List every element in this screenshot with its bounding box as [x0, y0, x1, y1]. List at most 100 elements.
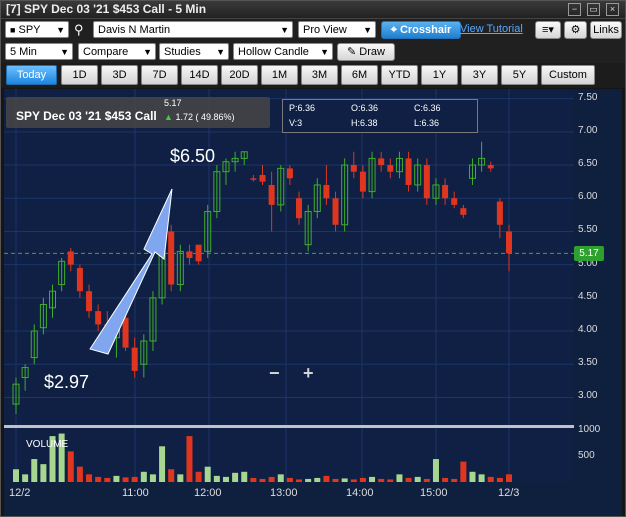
chevron-down-icon: ▼ [320, 47, 329, 57]
x-tick-label: 14:00 [346, 487, 374, 499]
up-arrow-icon: ▲ [164, 112, 173, 122]
view-tutorial-link[interactable]: View Tutorial [460, 23, 523, 35]
view-select[interactable]: Pro View ▼ [298, 21, 376, 38]
candle-body [95, 311, 102, 325]
crosshair-button[interactable]: ⌖ Crosshair [381, 21, 461, 39]
volume-bar [469, 471, 476, 482]
toolbar-row-1: ■ SPY ▼ ⚲ Davis N Martin ▼ Pro View ▼ ⌖ … [1, 19, 625, 41]
ohlc-p: P: 6.36 [289, 103, 316, 113]
candle-body [186, 251, 193, 258]
view-value: Pro View [303, 24, 347, 36]
volume-bar [460, 461, 467, 482]
tab-7d[interactable]: 7D [141, 65, 178, 85]
candle-body [359, 171, 366, 192]
volume-bar [305, 478, 312, 482]
candle-body [323, 184, 330, 199]
volume-bar [259, 478, 266, 482]
settings-button[interactable]: ⚙ [564, 21, 587, 39]
ohlc-c: C: 6.36 [414, 103, 441, 113]
volume-bar [432, 459, 439, 482]
candle-type-select[interactable]: Hollow Candle ▼ [233, 43, 333, 60]
ohlc-c-value: 6.36 [423, 103, 441, 113]
volume-bar [268, 476, 275, 482]
tab-3m[interactable]: 3M [301, 65, 338, 85]
tab-20d[interactable]: 20D [221, 65, 258, 85]
current-price-tag: 5.17 [574, 246, 604, 261]
account-select[interactable]: Davis N Martin ▼ [93, 21, 293, 38]
x-tick-label: 13:00 [270, 487, 298, 499]
window-title: [7] SPY Dec 03 '21 $453 Call - 5 Min [6, 2, 207, 16]
tab-3d[interactable]: 3D [101, 65, 138, 85]
tab-6m[interactable]: 6M [341, 65, 378, 85]
tab-1d[interactable]: 1D [61, 65, 98, 85]
chevron-down-icon: ▼ [143, 47, 152, 57]
volume-bar [332, 478, 339, 482]
price-plot[interactable]: SPY Dec 03 '21 $453 Call 5.17 ▲ 1.72 ( 4… [4, 89, 574, 482]
compare-value: Compare [83, 46, 129, 58]
volume-bar [222, 476, 229, 482]
tab-custom[interactable]: Custom [541, 65, 595, 85]
candle-body [487, 165, 494, 169]
compare-select[interactable]: Compare ▼ [78, 43, 156, 60]
volume-bar [396, 474, 403, 482]
chevron-down-icon: ▼ [216, 47, 225, 57]
range-tabs: Today 1D 3D 7D 14D 20D 1M 3M 6M YTD 1Y 3Y 5Y Custom [1, 63, 625, 88]
candle-body [442, 184, 449, 199]
price-change-value: 1.72 ( 49.86%) [175, 112, 235, 122]
tab-1m[interactable]: 1M [261, 65, 298, 85]
candle-body [378, 158, 385, 166]
chart-window: [7] SPY Dec 03 '21 $453 Call - 5 Min − ▭… [0, 0, 626, 517]
zoom-in-button[interactable]: + [303, 363, 314, 384]
symbol-icon: ■ [10, 25, 16, 35]
tab-14d[interactable]: 14D [181, 65, 218, 85]
time-axis[interactable]: 12/2 11:00 12:00 13:00 14:00 15:00 12/3 [4, 483, 622, 513]
account-value: Davis N Martin [98, 24, 171, 36]
interval-value: 5 Min [10, 46, 37, 58]
chevron-down-icon[interactable]: ▼ [56, 22, 65, 39]
candle-body [350, 165, 357, 172]
ohlc-l: L: 6.36 [414, 118, 440, 128]
candle-body [122, 317, 129, 348]
low-annotation: $2.97 [44, 372, 90, 392]
ohlc-v: V: 3 [289, 118, 303, 128]
search-icon[interactable]: ⚲ [74, 22, 84, 38]
volume-bar [140, 471, 147, 482]
y-tick-label: 4.50 [578, 290, 598, 302]
tab-5y[interactable]: 5Y [501, 65, 538, 85]
volume-bar [131, 476, 138, 482]
candle-body [460, 208, 467, 215]
volume-bar [113, 475, 120, 482]
volume-bar [387, 479, 394, 482]
layout-menu-button[interactable]: ≡▾ [535, 21, 561, 39]
x-tick-label: 11:00 [122, 487, 149, 499]
price-change: ▲ 1.72 ( 49.86%) [164, 112, 234, 122]
price-axis[interactable]: 7.50 7.00 6.50 6.00 5.50 5.00 4.50 4.00 3.50 3.00… [574, 89, 622, 482]
draw-button[interactable]: ✎ Draw [337, 43, 395, 61]
links-button[interactable]: Links [590, 21, 622, 39]
ohlc-o-value: 6.36 [360, 103, 379, 113]
zoom-out-button[interactable]: − [269, 363, 280, 384]
interval-select[interactable]: 5 Min ▼ [5, 43, 73, 60]
tab-1y[interactable]: 1Y [421, 65, 458, 85]
y-tick-label: 3.50 [578, 357, 598, 369]
candle-body [168, 231, 175, 285]
crosshair-label: Crosshair [399, 24, 452, 36]
tab-ytd[interactable]: YTD [381, 65, 418, 85]
tab-today[interactable]: Today [6, 65, 57, 85]
candle-body [195, 244, 202, 262]
draw-label: Draw [359, 46, 385, 58]
studies-select[interactable]: Studies ▼ [159, 43, 229, 60]
ohlc-l-value: 6.36 [421, 118, 440, 128]
y-tick-label: 7.00 [578, 124, 598, 136]
high-annotation: $6.50 [170, 146, 216, 166]
volume-tick-label: 1000 [578, 424, 601, 435]
volume-label: VOLUME [26, 439, 69, 450]
volume-bar [296, 479, 303, 482]
symbol-input[interactable]: ■ SPY ▼ [5, 21, 69, 38]
tab-3y[interactable]: 3Y [461, 65, 498, 85]
candle-body [76, 267, 83, 292]
restore-icon[interactable]: ▭ [587, 3, 600, 16]
close-icon[interactable]: × [606, 3, 619, 16]
ohlc-v-value: 3 [297, 118, 303, 128]
minimize-icon[interactable]: − [568, 3, 581, 16]
